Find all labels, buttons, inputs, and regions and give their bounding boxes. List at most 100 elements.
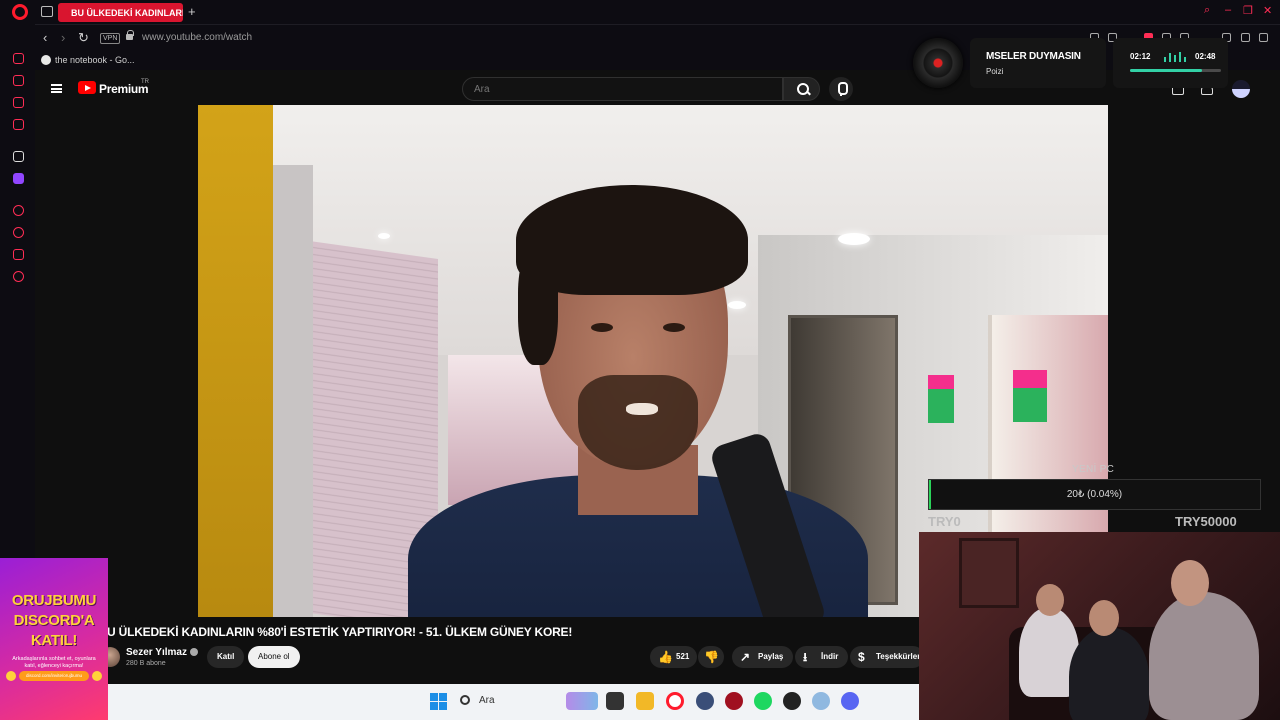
opera-taskbar-icon[interactable] [666,692,684,710]
promo-line3: KATIL! [30,632,78,649]
thanks-button[interactable]: $ Teşekkürler [850,646,925,668]
smile-icon [6,671,16,681]
account-avatar[interactable] [1232,80,1250,98]
donation-goal-min: TRY0 [928,514,961,529]
back-button[interactable]: ‹ [43,30,47,45]
webcam-overlay [919,532,1280,720]
menu-icon[interactable] [1259,33,1268,42]
video-frame-mouth [626,403,658,415]
windows-start-icon[interactable] [430,693,447,710]
sidebar-history-icon[interactable] [13,227,24,238]
equalizer-icon [1164,52,1190,62]
discord-promo-banner[interactable]: ORUJBUMU DISCORD'A KATIL! Arkadaşlarınla… [0,558,108,720]
sidebar-settings-icon[interactable] [13,271,24,282]
dislike-icon: 👎 [704,650,719,664]
donation-goal-bar: 20₺ (0.04%) [928,479,1261,510]
download-button[interactable]: ⭳ İndir [795,646,849,668]
subscriber-count: 280 B abone [126,660,166,667]
channel-name-row[interactable]: Sezer Yılmaz [126,647,198,658]
download-label: İndir [821,652,839,661]
sidebar-extensions-icon[interactable] [13,249,24,260]
file-explorer-icon[interactable] [636,692,654,710]
taskbar-search[interactable]: Ara [479,695,495,706]
webcam-person-head [1089,600,1119,636]
webcam-wall-frame [959,538,1019,608]
forward-button[interactable]: › [61,30,65,45]
subscribe-button[interactable]: Abone ol [248,646,300,668]
voice-search-button[interactable] [829,77,853,101]
search-button[interactable] [783,77,820,101]
bookmark-item[interactable]: the notebook - Go... [55,55,135,65]
promo-line1: ORUJBUMU [11,592,97,609]
vpn-badge[interactable]: VPN [100,33,121,44]
settings-icon[interactable] [812,692,830,710]
song-title: MSELER DUYMASIN [986,51,1081,62]
new-tab-button[interactable]: + [188,4,196,19]
opera-logo-icon[interactable] [12,4,28,20]
video-frame-sign [1013,370,1047,422]
song-progress-bar [1130,69,1221,72]
search-tabs-icon[interactable]: ⌕ [1204,4,1210,17]
maximize-button[interactable]: ❐ [1243,4,1253,17]
promo-line2: DISCORD'A [13,612,95,629]
download-icon[interactable] [1241,33,1250,42]
video-frame-yellow-wall [198,105,273,617]
video-frame-beard [578,375,698,470]
taskbar-search-icon[interactable] [460,695,470,705]
windows-taskbar: Ara [108,684,919,720]
hamburger-menu-icon[interactable] [51,84,62,93]
like-icon: 👍 [658,650,673,664]
duration: 02:48 [1195,52,1216,61]
sidebar-home-icon[interactable] [13,53,24,64]
share-icon: ↗ [740,650,751,664]
minimize-button[interactable]: – [1225,4,1231,16]
sidebar-speed-dial-icon[interactable] [13,75,24,86]
thanks-icon: $ [858,650,865,664]
verified-badge-icon [189,648,198,657]
youtube-logo-icon[interactable] [78,81,96,94]
sidebar-messenger-icon[interactable] [13,97,24,108]
steam-icon[interactable] [696,692,714,710]
search-input[interactable] [462,77,783,101]
join-button[interactable]: Katıl [207,646,245,668]
obs-icon[interactable] [783,692,801,710]
sidebar-news-icon[interactable] [13,119,24,130]
url-field[interactable]: www.youtube.com/watch [142,32,252,43]
app-icon[interactable] [725,692,743,710]
video-title: U ÜLKEDEKİ KADINLARIN %80'İ ESTETİK YAPT… [107,625,573,639]
opera-sidebar [0,24,35,560]
close-window-button[interactable]: ✕ [1263,4,1272,17]
sidebar-aria-icon[interactable] [13,151,24,162]
channel-name[interactable]: Sezer Yılmaz [126,647,187,658]
webcam-person [1149,592,1259,720]
vinyl-disc-icon [913,38,963,88]
promo-invite-button[interactable]: discord.com/invite/orujbumu [19,671,89,681]
download-icon: ⭳ [803,650,808,664]
tab-title: BU ÜLKEDEKİ KADINLARIN [71,7,183,18]
donation-goal-amount: 20₺ (0.04%) [1066,489,1123,500]
share-button[interactable]: ↗ Paylaş [732,646,794,668]
region-code: TR [141,79,149,85]
video-frame-ceiling-light [728,301,746,309]
webcam-person-head [1036,584,1064,616]
tab-overview-icon[interactable] [41,6,53,17]
tab-youtube-video[interactable]: BU ÜLKEDEKİ KADINLARIN [58,3,183,22]
webcam-person-head [1171,560,1209,606]
sidebar-player-icon[interactable] [13,205,24,216]
share-label: Paylaş [758,652,784,661]
video-frame-pillar [273,165,313,617]
reload-button[interactable]: ↻ [78,30,89,46]
donation-goal-max: TRY50000 [1175,514,1237,529]
like-count: 521 [676,652,690,661]
discord-icon[interactable] [841,692,859,710]
spotify-icon[interactable] [754,692,772,710]
video-frame-eye [591,323,613,332]
webcam-person [1069,627,1149,720]
promo-subtitle: Arkadaşlarınla sohbet et, oyunlara katıl… [12,656,96,669]
sidebar-twitch-icon[interactable] [13,173,24,184]
dislike-button[interactable]: 👎 [698,646,724,668]
lock-icon[interactable] [126,30,134,40]
widgets-icon[interactable] [566,692,598,710]
task-view-icon[interactable] [606,692,624,710]
like-button[interactable]: 👍 521 [650,646,698,668]
